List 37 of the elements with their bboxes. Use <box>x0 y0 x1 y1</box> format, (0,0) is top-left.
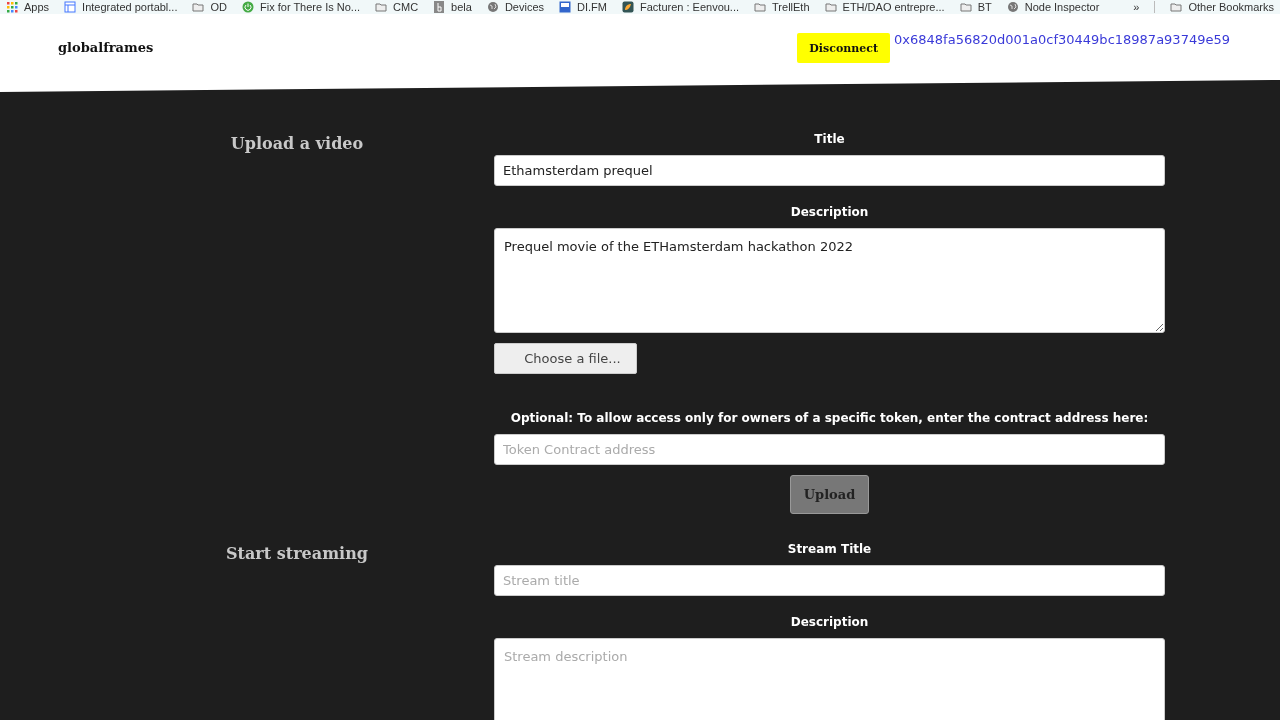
globe-icon <box>1006 1 1019 13</box>
choose-file-button[interactable]: Choose a file... <box>494 343 637 374</box>
upload-button[interactable]: Upload <box>790 475 869 514</box>
field-label: Description <box>790 615 869 629</box>
bookmark-link[interactable]: Apps <box>24 1 50 13</box>
leaf-icon <box>622 1 634 13</box>
more-bookmarks-button[interactable]: » <box>1133 1 1140 13</box>
text-field[interactable]: Ethamsterdam prequel <box>494 155 1165 186</box>
field-label: Title <box>814 132 845 146</box>
bookmark-link[interactable]: OD <box>210 1 227 13</box>
bookmark-link[interactable]: Fix for There Is No... <box>260 1 361 13</box>
bookmark-link[interactable]: Devices <box>504 1 545 13</box>
bookmark-link[interactable]: Integrated portabl... <box>82 1 178 13</box>
bookmark-link[interactable]: Facturen : Eenvou... <box>640 1 740 13</box>
bookmark-link[interactable]: Node Inspector <box>1024 1 1100 13</box>
power-icon <box>242 1 254 13</box>
field-label: Optional: To allow access only for owners of a specific token, enter the contract address here: <box>510 411 1149 425</box>
section-title: Upload a video <box>230 133 364 155</box>
field-label: Description <box>790 205 869 219</box>
wallet-address: 0x6848fa56820d001a0cf30449bc18987a93749e59 <box>894 32 1230 47</box>
globe-icon <box>486 1 499 13</box>
bookmark-link[interactable]: bela <box>451 1 472 13</box>
bookmark-link[interactable]: BT <box>977 1 992 13</box>
bookmark-link[interactable]: CMC <box>393 1 419 13</box>
text-field[interactable]: Token Contract address <box>494 434 1165 465</box>
text-field[interactable]: Stream title <box>494 565 1165 596</box>
disconnect-button[interactable]: Disconnect <box>797 33 891 63</box>
bookmark-link[interactable]: ETH/DAO entrepre... <box>842 1 945 13</box>
bookmark-link[interactable]: DI.FM <box>577 1 607 13</box>
brand-logo[interactable]: globalframes <box>58 39 154 55</box>
bookmark-link[interactable]: TrellEth <box>772 1 810 13</box>
section-title: Start streaming <box>226 543 368 565</box>
field-label: Stream Title <box>787 542 872 556</box>
grid-icon <box>6 1 18 13</box>
description-field[interactable]: Stream description <box>494 638 1165 720</box>
bookmark-link[interactable]: Other Bookmarks <box>1188 1 1274 13</box>
description-field[interactable]: Prequel movie of the ETHamsterdam hackathon 2022 <box>494 228 1165 333</box>
